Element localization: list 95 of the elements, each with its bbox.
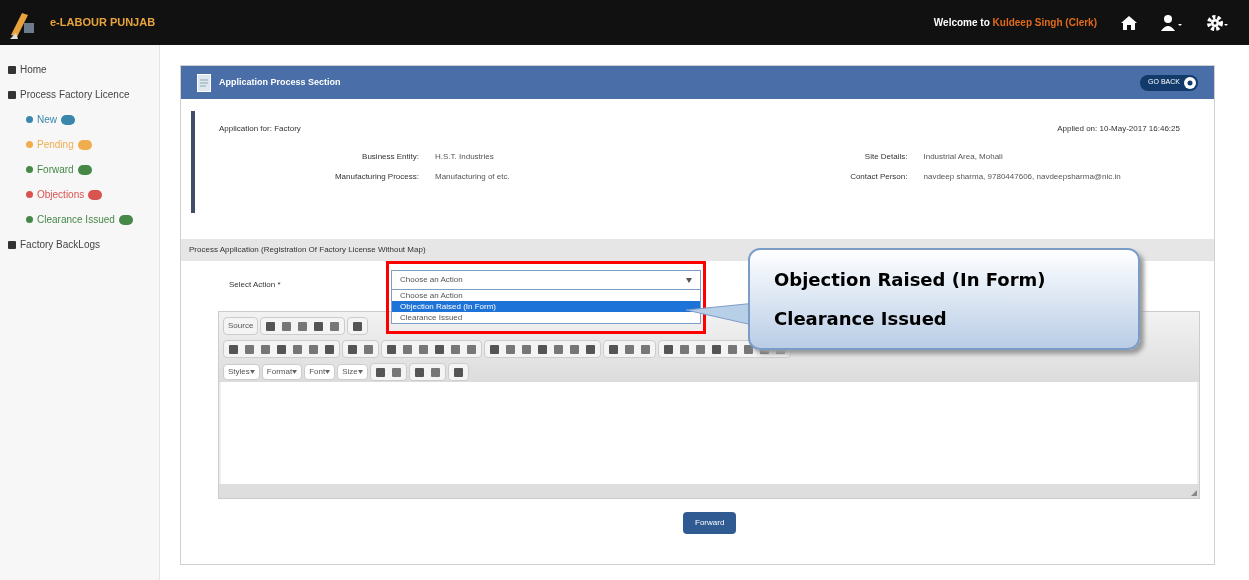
- toolbar-icon[interactable]: [324, 343, 335, 355]
- toolbar-icon[interactable]: [434, 343, 445, 355]
- caret-icon: [357, 370, 363, 374]
- toolbar-icon[interactable]: [390, 366, 402, 378]
- forward-button[interactable]: Forward: [683, 512, 737, 534]
- toolbar-icon[interactable]: [413, 366, 425, 378]
- dropdown-option[interactable]: Clearance Issued: [392, 312, 700, 323]
- menu-icon: [26, 116, 33, 123]
- user-icon[interactable]: [1161, 14, 1183, 31]
- toolbar-icon[interactable]: [228, 343, 239, 355]
- toolbar-icon[interactable]: [466, 343, 477, 355]
- menu-icon: [8, 65, 16, 74]
- toolbar-icon[interactable]: [663, 343, 674, 355]
- home-icon[interactable]: [1121, 15, 1137, 30]
- menu-icon: [26, 191, 33, 198]
- toolbar-icon[interactable]: [569, 343, 580, 355]
- toolbar-icon[interactable]: [553, 343, 564, 355]
- sidebar-item[interactable]: Clearance Issued: [37, 212, 115, 227]
- dropdown-option[interactable]: Objection Raised (In Form): [392, 301, 700, 312]
- toolbar-icon[interactable]: [402, 343, 413, 355]
- toolbar-icon[interactable]: [450, 343, 461, 355]
- document-icon: [197, 73, 211, 92]
- dot-circle-icon: [1184, 76, 1196, 89]
- callout-text: Objection Raised (In Form): [774, 268, 1047, 292]
- action-dropdown[interactable]: Choose an Action: [391, 270, 701, 290]
- toolbar-icon[interactable]: [608, 343, 619, 355]
- caret-icon: [686, 277, 692, 283]
- detail-label: Site Details:: [863, 151, 908, 163]
- toolbar-icon[interactable]: [281, 320, 293, 332]
- sidebar-item[interactable]: New: [37, 112, 57, 127]
- detail-label: Manufacturing Process:: [333, 171, 419, 183]
- toolbar-icon[interactable]: [313, 320, 325, 332]
- menu-icon: [26, 166, 33, 173]
- toolbar-icon[interactable]: [276, 343, 287, 355]
- toolbar-icon[interactable]: [711, 343, 722, 355]
- dropdown-option[interactable]: Choose an Action: [392, 290, 700, 301]
- editor-dropdown[interactable]: Styles: [223, 364, 260, 380]
- toolbar-icon[interactable]: [452, 366, 464, 378]
- toolbar-icon[interactable]: [292, 343, 303, 355]
- toolbar-icon[interactable]: [727, 343, 738, 355]
- field-label: Select Action *: [229, 279, 281, 291]
- caret-icon: [292, 370, 298, 374]
- toolbar-icon[interactable]: [329, 320, 341, 332]
- detail-label: Contact Person:: [849, 171, 908, 183]
- welcome-text: Welcome to Kuldeep Singh (Clerk): [933, 16, 1097, 30]
- toolbar-icon[interactable]: [585, 343, 596, 355]
- toolbar-icon[interactable]: [308, 343, 319, 355]
- toolbar-icon[interactable]: [505, 343, 516, 355]
- sidebar-item[interactable]: Forward: [37, 162, 74, 177]
- sidebar-item[interactable]: Objections: [37, 187, 85, 202]
- application-type: Application for: Factory: [219, 123, 301, 135]
- toolbar-icon[interactable]: [743, 343, 754, 355]
- sidebar-item[interactable]: Home: [20, 62, 47, 77]
- detail-value: navdeep sharma, 9780447606, navdeepsharma@nic.in: [923, 171, 1122, 183]
- toolbar-icon[interactable]: [374, 366, 386, 378]
- toolbar-icon[interactable]: [429, 366, 441, 378]
- toolbar-icon[interactable]: [537, 343, 548, 355]
- toolbar-icon[interactable]: [489, 343, 500, 355]
- toolbar-icon[interactable]: [260, 343, 271, 355]
- detail-label: Business Entity:: [361, 151, 419, 163]
- detail-value: Manufacturing of etc.: [435, 171, 511, 183]
- caret-icon: [325, 370, 331, 374]
- source-button[interactable]: Source: [223, 317, 259, 335]
- brand-title[interactable]: e-LABOUR PUNJAB: [50, 14, 156, 31]
- toolbar-icon[interactable]: [521, 343, 532, 355]
- toolbar-icon[interactable]: [363, 343, 374, 355]
- toolbar-icon[interactable]: [418, 343, 429, 355]
- editor-dropdown[interactable]: Font: [304, 364, 336, 380]
- editor-dropdown[interactable]: Size: [337, 364, 368, 380]
- toolbar-icon[interactable]: [640, 343, 651, 355]
- callout-text: Clearance Issued: [774, 307, 948, 331]
- settings-icon[interactable]: [1207, 14, 1229, 31]
- toolbar-icon[interactable]: [679, 343, 690, 355]
- section-title: Process Application (Registration Of Factory License Without Map): [189, 244, 426, 256]
- menu-icon: [8, 90, 16, 99]
- detail-value: Industrial Area, Mohali: [923, 151, 1004, 163]
- detail-value: H.S.T. Industries: [435, 151, 495, 163]
- sidebar-item[interactable]: Process Factory Licence: [20, 87, 130, 102]
- toolbar-icon[interactable]: [352, 320, 364, 332]
- toolbar-icon[interactable]: [244, 343, 255, 355]
- toolbar-icon[interactable]: [386, 343, 397, 355]
- toolbar-icon[interactable]: [265, 320, 277, 332]
- sidebar-item[interactable]: Factory BackLogs: [20, 237, 101, 252]
- toolbar-icon[interactable]: [347, 343, 358, 355]
- menu-icon: [26, 216, 33, 223]
- menu-icon: [26, 141, 33, 148]
- resize-handle-icon[interactable]: [1191, 490, 1197, 496]
- toolbar-icon[interactable]: [297, 320, 309, 332]
- toolbar-icon[interactable]: [695, 343, 706, 355]
- menu-icon: [8, 240, 16, 249]
- toolbar-icon[interactable]: [624, 343, 635, 355]
- editor-dropdown[interactable]: Format: [261, 364, 303, 380]
- caret-icon: [249, 370, 255, 374]
- applied-date: Applied on: 10-May-2017 16:46:25: [1057, 123, 1180, 135]
- panel-title: Application Process Section: [219, 75, 341, 89]
